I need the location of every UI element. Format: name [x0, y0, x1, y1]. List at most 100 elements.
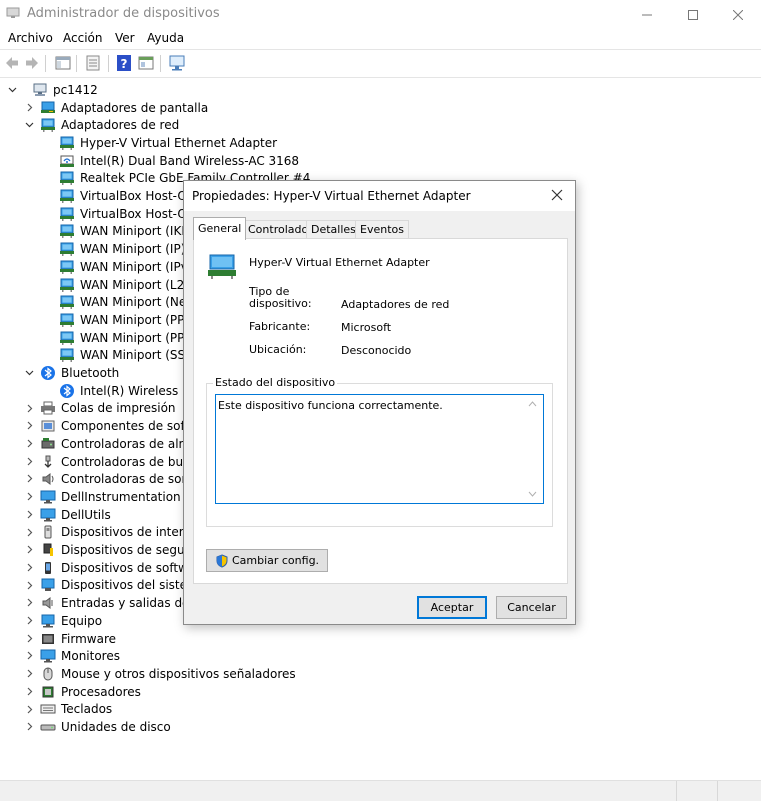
- minimize-button[interactable]: [624, 0, 670, 30]
- network-adapter-icon: [60, 348, 74, 363]
- tree-device[interactable]: Intel(R) Dual Band Wireless-AC 3168: [59, 152, 299, 170]
- tree-item-label: Firmware: [61, 631, 116, 646]
- security-device-icon: [43, 543, 53, 557]
- chevron-right-icon[interactable]: [25, 474, 34, 483]
- chevron-right-icon[interactable]: [25, 669, 34, 678]
- tree-device[interactable]: WAN Miniport (PPTP: [59, 329, 199, 347]
- minimize-icon: [642, 14, 652, 16]
- tree-device[interactable]: WAN Miniport (L2TP: [59, 276, 199, 294]
- sound-icon: [42, 473, 54, 486]
- maximize-button[interactable]: [670, 0, 716, 30]
- chevron-right-icon[interactable]: [25, 421, 34, 430]
- tree-category[interactable]: Mouse y otros dispositivos señaladores: [40, 665, 296, 683]
- menu-accion[interactable]: Acción: [63, 31, 102, 45]
- tree-device[interactable]: WAN Miniport (PPPO: [59, 311, 201, 329]
- tree-category[interactable]: Controladoras de almac: [40, 435, 204, 453]
- tree-device[interactable]: WAN Miniport (IP): [59, 240, 185, 258]
- tree-device[interactable]: WAN Miniport (SSTP: [59, 347, 200, 365]
- chevron-right-icon[interactable]: [25, 634, 34, 643]
- chevron-right-icon[interactable]: [25, 103, 34, 112]
- tree-device[interactable]: WAN Miniport (IPv6: [59, 258, 195, 276]
- tree-category[interactable]: DellUtils: [40, 506, 111, 524]
- device-status-textbox[interactable]: Este dispositivo funciona correctamente.: [215, 394, 544, 504]
- tree-category[interactable]: Monitores: [40, 647, 120, 665]
- chevron-right-icon[interactable]: [25, 687, 34, 696]
- scan-hardware-icon[interactable]: [168, 54, 186, 72]
- menu-ayuda[interactable]: Ayuda: [147, 31, 184, 45]
- cancel-button[interactable]: Cancelar: [496, 596, 567, 619]
- uac-shield-icon: [216, 553, 228, 568]
- network-adapter-icon: [60, 136, 74, 150]
- back-arrow-icon[interactable]: [3, 54, 21, 72]
- chevron-down-icon[interactable]: [8, 85, 17, 94]
- tree-item-label: Unidades de disco: [61, 720, 171, 735]
- chevron-right-icon[interactable]: [25, 581, 34, 590]
- tree-category[interactable]: Bluetooth: [40, 364, 119, 382]
- monitor-icon: [40, 508, 56, 522]
- manufacturer-label: Fabricante:: [249, 320, 311, 333]
- tree-category[interactable]: Equipo: [40, 612, 102, 630]
- chevron-right-icon[interactable]: [25, 598, 34, 607]
- tree-item-label: Adaptadores de pantalla: [61, 100, 209, 115]
- chevron-right-icon[interactable]: [25, 528, 34, 537]
- tree-category[interactable]: Colas de impresión: [40, 400, 176, 418]
- device-status-legend: Estado del dispositivo: [213, 376, 338, 389]
- chevron-right-icon[interactable]: [25, 439, 34, 448]
- tree-device[interactable]: WAN Miniport (Netw: [59, 293, 201, 311]
- tree-device[interactable]: VirtualBox Host-Onl: [59, 187, 198, 205]
- properties-icon[interactable]: [84, 54, 102, 72]
- chevron-right-icon[interactable]: [25, 651, 34, 660]
- tree-category[interactable]: Controladoras de bus se: [40, 453, 207, 471]
- tree-category[interactable]: Procesadores: [40, 683, 141, 701]
- change-settings-button[interactable]: Cambiar config.: [206, 549, 328, 572]
- disk-drive-icon: [40, 724, 56, 731]
- help-icon[interactable]: ?: [115, 54, 133, 72]
- tree-root[interactable]: pc1412: [8, 81, 98, 99]
- tree-item-label: Colas de impresión: [61, 401, 176, 416]
- menu-archivo[interactable]: Archivo: [8, 31, 53, 45]
- usb-controller-icon: [44, 455, 52, 468]
- tree-category[interactable]: Adaptadores de red: [40, 116, 179, 134]
- chevron-right-icon[interactable]: [25, 545, 34, 554]
- tab-general[interactable]: General: [193, 217, 247, 240]
- chevron-right-icon[interactable]: [25, 510, 34, 519]
- show-hide-tree-icon[interactable]: [54, 54, 72, 72]
- system-device-icon: [41, 578, 55, 592]
- tree-device[interactable]: WAN Miniport (IKEv: [59, 223, 196, 241]
- chevron-right-icon[interactable]: [25, 457, 34, 466]
- processor-icon: [42, 686, 54, 698]
- tree-category[interactable]: DellInstrumentation: [40, 488, 181, 506]
- tree-category[interactable]: Adaptadores de pantalla: [40, 99, 208, 117]
- tree-category[interactable]: Dispositivos del sistema: [40, 577, 206, 595]
- tree-item-label: DellUtils: [61, 507, 111, 522]
- chevron-right-icon[interactable]: [25, 705, 34, 714]
- tree-item-label: WAN Miniport (IPv6: [80, 259, 196, 274]
- computer-icon: [41, 614, 55, 628]
- chevron-down-icon[interactable]: [25, 120, 34, 129]
- forward-arrow-icon[interactable]: [23, 54, 41, 72]
- tree-category[interactable]: Unidades de disco: [40, 718, 171, 736]
- tree-category[interactable]: Teclados: [40, 701, 112, 719]
- tab-detalles[interactable]: Detalles: [306, 220, 361, 239]
- close-icon[interactable]: [549, 187, 565, 203]
- scroll-up-icon[interactable]: [528, 401, 537, 407]
- menu-ver[interactable]: Ver: [115, 31, 135, 45]
- scroll-down-icon[interactable]: [528, 491, 537, 497]
- tab-eventos[interactable]: Eventos: [355, 220, 409, 239]
- tree-item-label: WAN Miniport (PPTP: [80, 330, 199, 345]
- wireless-adapter-icon: [60, 155, 74, 167]
- view-icon[interactable]: [137, 54, 155, 72]
- chevron-right-icon[interactable]: [25, 722, 34, 731]
- chevron-right-icon[interactable]: [25, 563, 34, 572]
- tree-category[interactable]: Firmware: [40, 630, 116, 648]
- chevron-right-icon[interactable]: [25, 492, 34, 501]
- tree-device[interactable]: VirtualBox Host-Onl: [59, 205, 198, 223]
- tree-device[interactable]: Hyper-V Virtual Ethernet Adapter: [59, 134, 277, 152]
- accept-button[interactable]: Aceptar: [417, 596, 487, 619]
- chevron-right-icon[interactable]: [25, 404, 34, 413]
- properties-dialog: Propiedades: Hyper-V Virtual Ethernet Ad…: [183, 180, 576, 625]
- chevron-down-icon[interactable]: [25, 368, 34, 377]
- close-button[interactable]: [715, 0, 761, 30]
- tree-category[interactable]: Componentes de softwa: [40, 417, 206, 435]
- chevron-right-icon[interactable]: [25, 616, 34, 625]
